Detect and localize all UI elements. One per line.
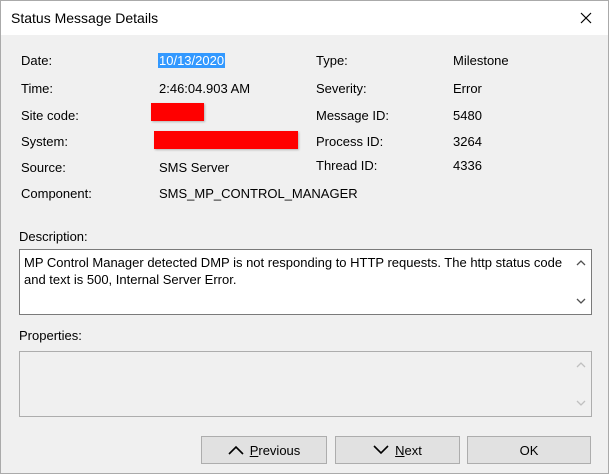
site-code-label: Site code:: [21, 108, 79, 123]
date-value[interactable]: 10/13/2020: [158, 53, 226, 68]
source-label: Source:: [21, 160, 66, 175]
properties-label: Properties:: [19, 328, 82, 343]
properties-textbox[interactable]: [19, 351, 592, 417]
chevron-up-icon: [576, 362, 586, 368]
component-label: Component:: [21, 186, 92, 201]
status-message-details-dialog: Status Message Details Date: 10/13/2020 …: [0, 0, 609, 474]
title-bar: Status Message Details: [1, 1, 608, 35]
properties-scrollbar[interactable]: [571, 352, 591, 416]
next-button-label: Next: [395, 442, 422, 458]
thread-id-value[interactable]: 4336: [453, 158, 482, 173]
source-value[interactable]: SMS Server: [159, 160, 229, 175]
previous-button[interactable]: Previous: [201, 436, 327, 464]
previous-button-label: Previous: [249, 442, 301, 458]
dialog-title: Status Message Details: [11, 10, 159, 26]
component-value[interactable]: SMS_MP_CONTROL_MANAGER: [159, 186, 358, 201]
thread-id-label: Thread ID:: [316, 158, 378, 173]
ok-button[interactable]: OK: [467, 436, 591, 464]
time-label: Time:: [21, 81, 54, 96]
chevron-down-icon: [576, 298, 586, 304]
message-id-label: Message ID:: [316, 108, 389, 123]
description-textbox[interactable]: MP Control Manager detected DMP is not r…: [19, 249, 592, 315]
process-id-value[interactable]: 3264: [453, 134, 482, 149]
close-icon: [580, 12, 592, 24]
chevron-down-icon: [576, 400, 586, 406]
properties-scroll-up-button[interactable]: [571, 356, 591, 374]
chevron-up-icon: [576, 260, 586, 266]
scroll-up-button[interactable]: [571, 254, 591, 272]
type-value[interactable]: Milestone: [453, 53, 509, 68]
process-id-label: Process ID:: [316, 134, 384, 149]
description-scrollbar[interactable]: [571, 250, 591, 314]
date-label: Date:: [21, 53, 53, 68]
type-label: Type:: [316, 53, 348, 68]
chevron-up-icon: [228, 445, 244, 455]
chevron-down-icon: [373, 445, 389, 455]
system-redaction: [154, 131, 298, 149]
severity-value[interactable]: Error: [453, 81, 482, 96]
description-label: Description:: [19, 229, 88, 244]
ok-button-label: OK: [519, 442, 539, 458]
time-value[interactable]: 2:46:04.903 AM: [159, 81, 250, 96]
close-button[interactable]: [564, 1, 608, 35]
next-button[interactable]: Next: [335, 436, 460, 464]
scroll-down-button[interactable]: [571, 292, 591, 310]
system-label: System:: [21, 134, 68, 149]
message-id-value[interactable]: 5480: [453, 108, 482, 123]
properties-scroll-down-button[interactable]: [571, 394, 591, 412]
description-text: MP Control Manager detected DMP is not r…: [24, 255, 563, 287]
site-code-redaction: [151, 103, 204, 121]
severity-label: Severity:: [316, 81, 367, 96]
